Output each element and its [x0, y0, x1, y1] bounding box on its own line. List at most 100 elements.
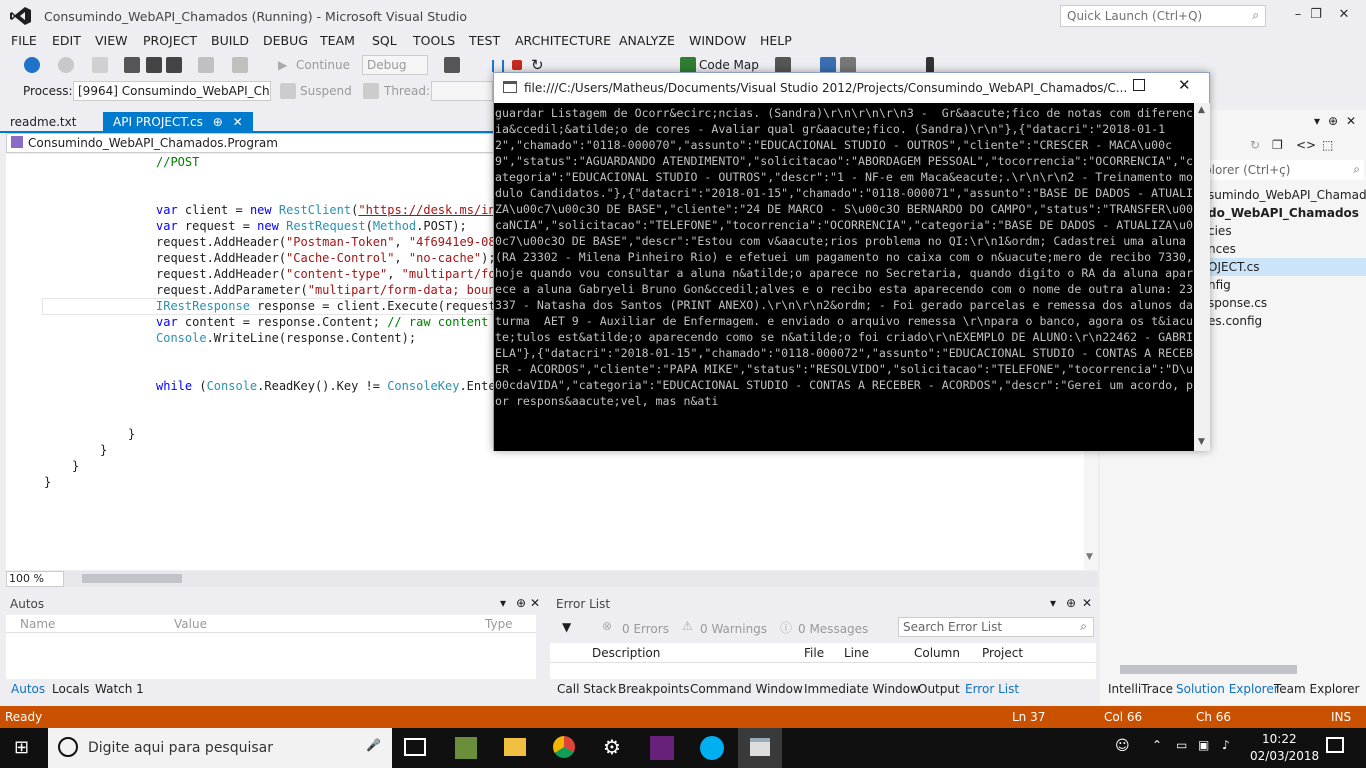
tab-intellitrace[interactable]: IntelliTrace [1108, 682, 1173, 696]
tab-output[interactable]: Output [918, 682, 960, 696]
search-error-list-input[interactable]: Search Error List ⌕ [898, 617, 1094, 637]
close-icon[interactable]: ✕ [530, 596, 540, 610]
horizontal-scroll-thumb[interactable] [82, 574, 182, 583]
menu-test[interactable]: TEST [469, 33, 500, 48]
back-icon[interactable] [24, 57, 40, 73]
menu-tools[interactable]: TOOLS [413, 33, 455, 48]
menu-project[interactable]: PROJECT [143, 33, 197, 48]
tree-item-solution[interactable]: sumindo_WebAPI_Chamado [1208, 188, 1366, 202]
suspend-icon[interactable] [280, 83, 296, 99]
close-tab-icon[interactable]: ✕ [233, 115, 243, 129]
step-icon[interactable] [820, 57, 836, 73]
suspend-button[interactable]: Suspend [300, 80, 352, 102]
attach-icon[interactable] [444, 57, 460, 73]
people-icon[interactable]: ☺ [1115, 738, 1130, 754]
pin-icon[interactable]: ⊕ [1066, 596, 1076, 610]
tab-team-explorer[interactable]: Team Explorer [1274, 682, 1360, 696]
task-view-icon[interactable] [404, 738, 426, 756]
tree-item-dependencies[interactable]: cies [1208, 224, 1232, 238]
battery-icon[interactable]: ▭ [1176, 738, 1187, 752]
warnings-filter[interactable]: 0 Warnings [700, 622, 767, 636]
tab-solution-explorer[interactable]: Solution Explorer [1176, 682, 1279, 696]
menu-edit[interactable]: EDIT [52, 33, 81, 48]
pin-icon[interactable]: ⊕ [516, 596, 526, 610]
network-icon[interactable]: ▣ [1198, 738, 1209, 752]
chevron-up-icon[interactable]: ⌃ [1152, 738, 1162, 752]
tab-api-project[interactable]: API PROJECT.cs ⊕ ✕ [103, 112, 253, 132]
settings-gear-icon[interactable]: ⚙ [603, 735, 621, 759]
stop-icon[interactable] [512, 60, 522, 70]
tree-item-api-project[interactable]: OJECT.cs [1208, 260, 1260, 274]
tree-item-config[interactable]: nfig [1208, 278, 1231, 292]
tree-item-references[interactable]: nces [1208, 242, 1236, 256]
menu-architecture[interactable]: ARCHITECTURE [515, 33, 611, 48]
code-map-icon[interactable] [680, 57, 696, 73]
menu-analyze[interactable]: ANALYZE [619, 33, 675, 48]
search-solution-input[interactable]: plorer (Ctrl+ç) ⌕ [1200, 160, 1364, 180]
col-column[interactable]: Column [914, 646, 960, 660]
file-explorer-icon[interactable] [504, 738, 526, 756]
col-file[interactable]: File [804, 646, 824, 660]
autos-col-name[interactable]: Name [20, 617, 55, 631]
filter-icon[interactable]: ▼ [562, 620, 571, 634]
step-over-icon[interactable] [840, 57, 856, 73]
solution-config-select[interactable]: Debug [362, 55, 428, 75]
properties-icon[interactable]: ❐ [1272, 138, 1283, 152]
bookmark-icon[interactable] [926, 57, 934, 73]
autos-col-value[interactable]: Value [174, 617, 207, 631]
scroll-up-icon[interactable]: ▲ [1198, 105, 1205, 115]
close-button[interactable]: ✕ [1322, 2, 1366, 28]
dropdown-icon[interactable]: ▾ [1050, 596, 1056, 610]
tree-item-packages-config[interactable]: es.config [1208, 314, 1262, 328]
tab-readme[interactable]: readme.txt [0, 112, 86, 132]
col-description[interactable]: Description [592, 646, 660, 660]
pin-icon[interactable]: ⊕ [213, 115, 223, 129]
tab-autos[interactable]: Autos [11, 682, 45, 696]
menu-window[interactable]: WINDOW [689, 33, 746, 48]
tab-call-stack[interactable]: Call Stack [557, 682, 616, 696]
tool-icon[interactable] [775, 57, 791, 73]
thread-icon[interactable] [363, 83, 379, 99]
console-scrollbar[interactable]: ▲ ▼ [1194, 103, 1210, 451]
play-icon[interactable]: ▶ [278, 54, 287, 76]
taskbar-search-box[interactable]: Digite aqui para pesquisar 🎤 [48, 728, 392, 768]
menu-help[interactable]: HELP [760, 33, 792, 48]
menu-file[interactable]: FILE [11, 33, 37, 48]
console-taskbar-button[interactable] [738, 728, 782, 768]
console-minimize-button[interactable]: – [1088, 78, 1095, 94]
solution-hscroll-thumb[interactable] [1120, 665, 1297, 674]
col-project[interactable]: Project [982, 646, 1023, 660]
menu-debug[interactable]: DEBUG [263, 33, 308, 48]
console-maximize-button[interactable] [1133, 79, 1145, 91]
menu-sql[interactable]: SQL [372, 33, 397, 48]
menu-view[interactable]: VIEW [95, 33, 128, 48]
volume-icon[interactable]: ♪ [1222, 738, 1230, 752]
save-all-icon[interactable] [166, 57, 182, 73]
menu-build[interactable]: BUILD [211, 33, 249, 48]
tree-item-response[interactable]: sponse.cs [1208, 296, 1267, 310]
tab-immediate-window[interactable]: Immediate Window [804, 682, 920, 696]
console-window[interactable]: file:///C:/Users/Matheus/Documents/Visua… [493, 72, 1210, 451]
tools-app-icon[interactable] [455, 737, 477, 759]
tab-error-list[interactable]: Error List [965, 682, 1019, 696]
dropdown-icon[interactable]: ▾ [1314, 114, 1320, 128]
menu-team[interactable]: TEAM [320, 33, 355, 48]
code-view-icon[interactable]: <> [1296, 138, 1316, 152]
tab-breakpoints[interactable]: Breakpoints [618, 682, 689, 696]
process-select[interactable]: [9964] Consumindo_WebAPI_Char [73, 81, 271, 101]
tree-item-project[interactable]: do_WebAPI_Chamados [1208, 206, 1359, 220]
skype-icon[interactable] [700, 736, 724, 760]
close-icon[interactable]: ✕ [1082, 596, 1092, 610]
microphone-icon[interactable]: 🎤 [366, 738, 381, 752]
pin-icon[interactable]: ⊕ [1328, 114, 1338, 128]
refresh-icon[interactable]: ↻ [1250, 138, 1260, 152]
undo-icon[interactable] [198, 57, 214, 73]
zoom-select[interactable]: 100 % [6, 571, 64, 587]
quick-launch-input[interactable]: Quick Launch (Ctrl+Q) ⌕ [1060, 5, 1266, 27]
col-line[interactable]: Line [844, 646, 869, 660]
dropdown-icon[interactable]: ▾ [500, 596, 506, 610]
thread-select[interactable] [431, 81, 493, 101]
clock-date[interactable]: 02/03/2018 [1250, 749, 1319, 763]
open-icon[interactable] [124, 57, 140, 73]
visual-studio-taskbar-icon[interactable] [650, 736, 674, 760]
